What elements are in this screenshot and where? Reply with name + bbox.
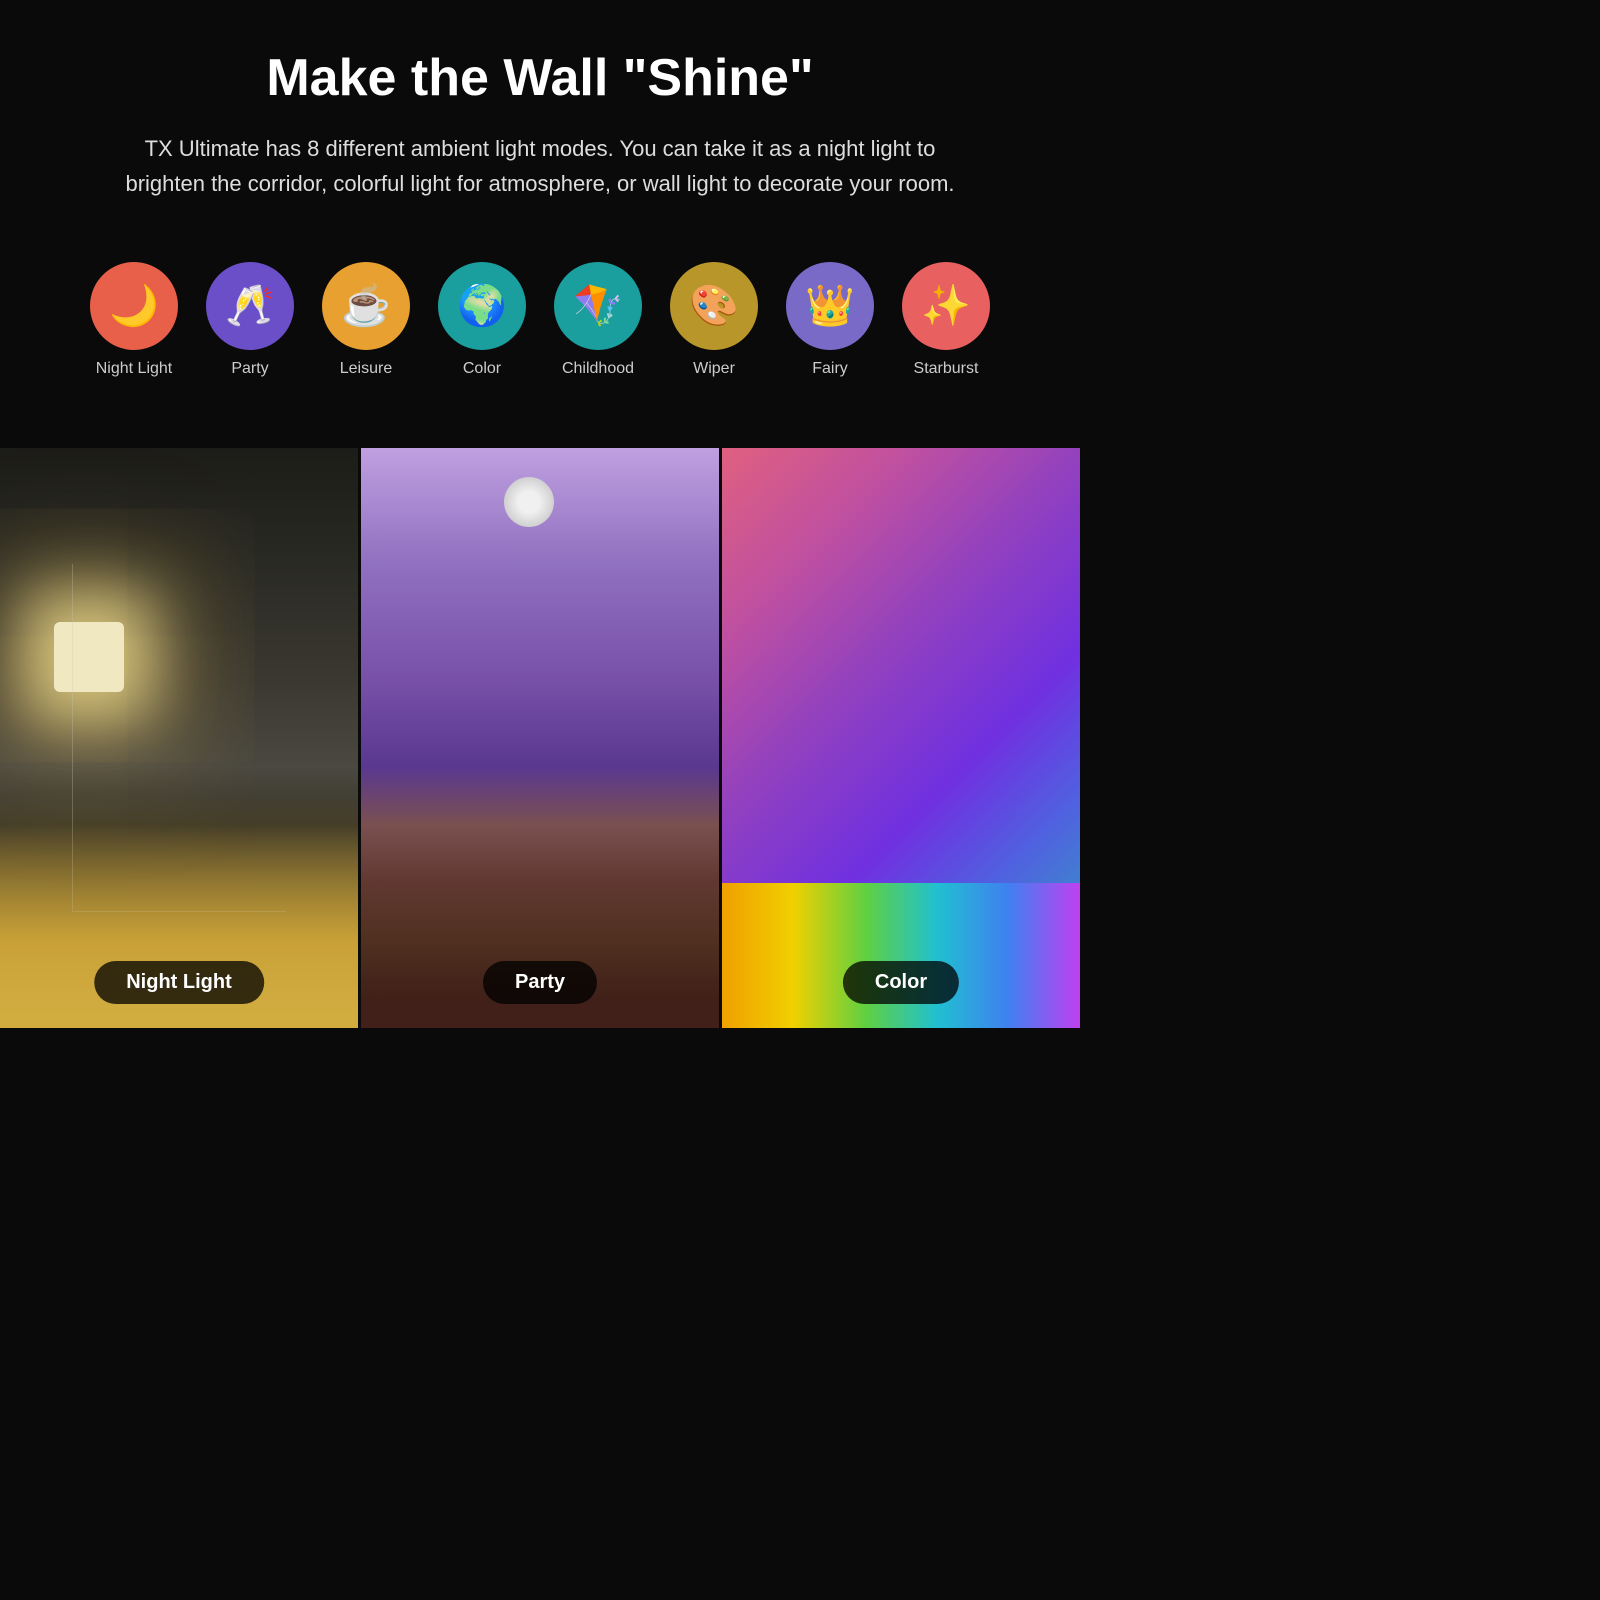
mode-label-leisure: Leisure	[340, 360, 392, 378]
mode-icon-starburst: ✨	[902, 262, 990, 350]
modes-row: 🌙 Night Light 🥂 Party ☕ Leisure 🌍 Color 🪁 Childho…	[60, 242, 1020, 418]
party-label: Party	[483, 961, 597, 1004]
party-scene	[361, 448, 719, 1028]
mode-label-fairy: Fairy	[812, 360, 848, 378]
mode-item-childhood[interactable]: 🪁 Childhood	[554, 262, 642, 378]
mode-icon-wiper: 🎨	[670, 262, 758, 350]
photo-panel-party: Party	[358, 448, 719, 1028]
mode-item-leisure[interactable]: ☕ Leisure	[322, 262, 410, 378]
night-light-scene	[0, 448, 358, 1028]
corridor-depth	[72, 564, 287, 912]
mode-item-wiper[interactable]: 🎨 Wiper	[670, 262, 758, 378]
night-light-label: Night Light	[94, 961, 264, 1004]
color-label: Color	[843, 961, 959, 1004]
mode-icon-color: 🌍	[438, 262, 526, 350]
mode-item-fairy[interactable]: 👑 Fairy	[786, 262, 874, 378]
mode-label-color: Color	[463, 360, 501, 378]
mode-icon-fairy: 👑	[786, 262, 874, 350]
mode-label-childhood: Childhood	[562, 360, 634, 378]
main-title: Make the Wall "Shine"	[60, 50, 1020, 107]
color-scene	[722, 448, 1080, 1028]
top-section: Make the Wall "Shine" TX Ultimate has 8 …	[0, 0, 1080, 448]
mode-icon-childhood: 🪁	[554, 262, 642, 350]
photo-panel-night-light: Night Light	[0, 448, 358, 1028]
mode-item-starburst[interactable]: ✨ Starburst	[902, 262, 990, 378]
mode-icon-leisure: ☕	[322, 262, 410, 350]
mode-label-party: Party	[231, 360, 268, 378]
mode-item-night-light[interactable]: 🌙 Night Light	[90, 262, 178, 378]
mode-icon-party: 🥂	[206, 262, 294, 350]
mode-label-wiper: Wiper	[693, 360, 735, 378]
photo-panel-color: Color	[719, 448, 1080, 1028]
subtitle: TX Ultimate has 8 different ambient ligh…	[110, 131, 970, 201]
mode-icon-night-light: 🌙	[90, 262, 178, 350]
mode-label-night-light: Night Light	[96, 360, 173, 378]
photos-section: Night Light Party Color	[0, 448, 1080, 1028]
mode-item-party[interactable]: 🥂 Party	[206, 262, 294, 378]
mode-label-starburst: Starburst	[914, 360, 979, 378]
mode-item-color[interactable]: 🌍 Color	[438, 262, 526, 378]
